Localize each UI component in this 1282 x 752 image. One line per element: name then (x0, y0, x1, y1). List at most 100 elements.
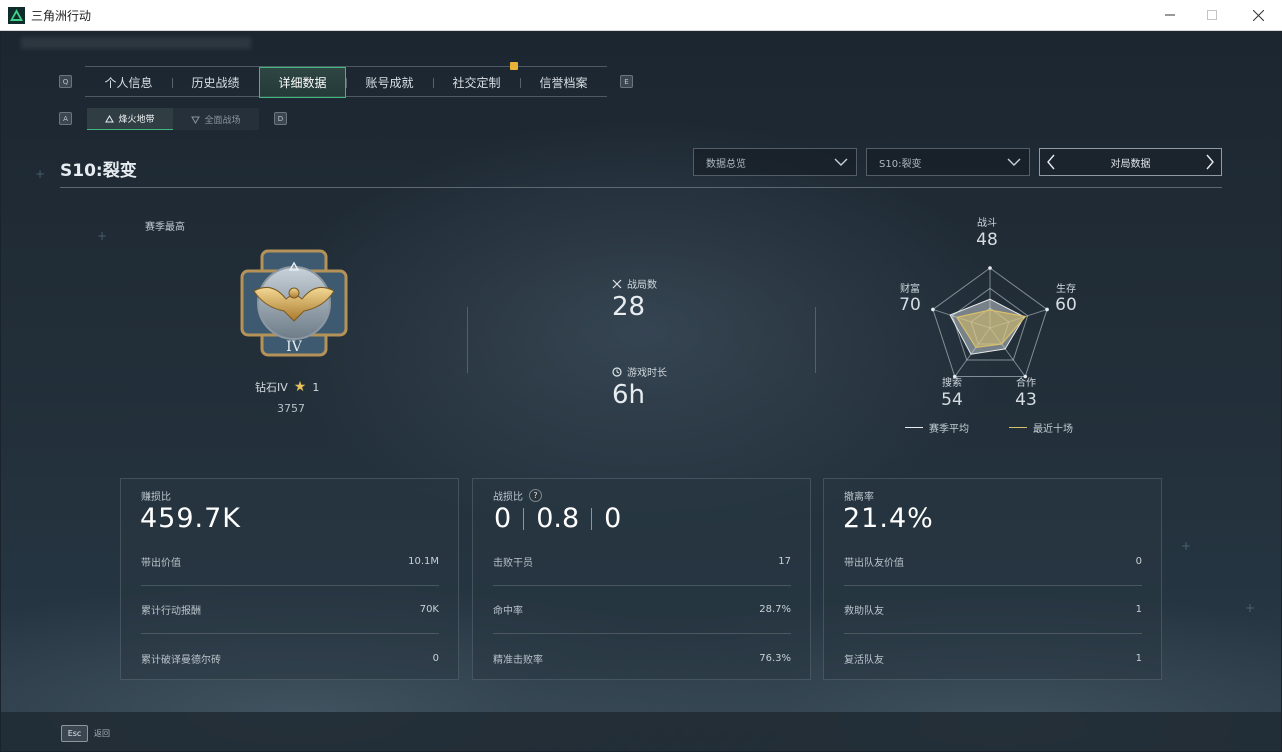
esc-key: Esc (61, 725, 88, 742)
radar-axis-dot (1045, 307, 1049, 312)
playtime-label: 游戏时长 (627, 368, 667, 379)
stat-row: 击败干员 17 (493, 538, 791, 586)
subtab-warfare[interactable]: 全面战场 (173, 108, 259, 130)
grid-marker: + (35, 167, 46, 181)
stat-row: 累计行动报酬 70K (141, 586, 439, 634)
row-label: 带出队友价值 (844, 558, 904, 569)
maximize-button[interactable] (1197, 4, 1227, 26)
background-blur (21, 37, 251, 49)
row-label: 累计破译曼德尔砖 (141, 654, 221, 666)
radar-value-teamwork: 43 (1015, 390, 1037, 410)
grid-marker: + (97, 229, 108, 243)
beacon-icon (105, 115, 115, 123)
dropdown-value: S10:裂变 (879, 158, 922, 170)
row-value: 70K (419, 604, 439, 615)
minimize-button[interactable] (1155, 4, 1185, 26)
row-label: 命中率 (493, 606, 523, 617)
stat-row: 累计破译曼德尔砖 0 (141, 634, 439, 682)
kd-value: 0.8 (536, 503, 580, 534)
row-label: 复活队友 (844, 654, 884, 666)
row-value: 28.7% (759, 604, 791, 615)
extraction-rate-value: 21.4% (843, 503, 934, 534)
data-type-switcher[interactable]: 对局数据 (1039, 148, 1222, 176)
clock-icon (612, 366, 622, 377)
legend-season-average: 赛季平均 (905, 420, 969, 435)
grid-marker: + (1181, 539, 1192, 553)
rank-stars: 1 (312, 380, 320, 394)
tab-next-key[interactable]: E (620, 75, 633, 88)
game-stage: + + + + Q 个人信息 历史战绩 详细数据 账号成就 社交定制 信誉档案 … (1, 31, 1281, 751)
ratio-separator (591, 507, 593, 530)
radar-label-wealth: 财富 (900, 284, 920, 295)
window-title: 三角洲行动 (31, 9, 92, 23)
help-icon[interactable]: ? (529, 489, 542, 502)
section-divider (467, 307, 468, 373)
subtab-label: 烽火地带 (118, 115, 155, 125)
legend-recent-ten: 最近十场 (1009, 420, 1073, 435)
main-tabs: 个人信息 历史战绩 详细数据 账号成就 社交定制 信誉档案 (85, 62, 607, 98)
stat-row: 带出价值 10.1M (141, 538, 439, 586)
tab-detailed-data[interactable]: 详细数据 (259, 67, 346, 98)
stat-row: 精准击败率 76.3% (493, 634, 791, 682)
close-icon (1252, 9, 1264, 21)
radar-value-search: 54 (941, 390, 963, 410)
legend-swatch (905, 427, 923, 428)
radar-label-teamwork: 合作 (1016, 378, 1036, 389)
radar-label-combat: 战斗 (977, 218, 997, 229)
subtab-prev-key[interactable]: A (59, 112, 72, 125)
row-label: 救助队友 (844, 606, 884, 617)
radar-axis-dot (931, 307, 935, 312)
close-button[interactable] (1243, 4, 1273, 26)
notification-badge (510, 62, 518, 70)
radar-value-survival: 60 (1055, 295, 1077, 315)
row-label: 累计行动报酬 (141, 606, 201, 617)
tab-achievements[interactable]: 账号成就 (346, 67, 433, 98)
playtime-stat-label: 游戏时长 (612, 364, 667, 379)
season-title: S10:裂变 (60, 161, 137, 181)
data-mode-dropdown[interactable]: 数据总览 (693, 148, 857, 176)
row-label: 带出价值 (141, 558, 181, 569)
maximize-icon (1207, 10, 1217, 20)
back-label: 返回 (94, 729, 110, 738)
tab-label: 个人信息 (104, 76, 153, 90)
app-logo-icon (8, 7, 25, 24)
rank-tier: 钻石IV ★ 1 (255, 379, 319, 395)
radar-value-wealth: 70 (899, 295, 921, 315)
tab-label: 社交定制 (452, 76, 501, 90)
subtab-operations[interactable]: 烽火地带 (87, 108, 173, 130)
battlefield-icon (191, 116, 201, 124)
season-dropdown[interactable]: S10:裂变 (866, 148, 1030, 176)
kd-value: 0 (604, 503, 622, 534)
tab-match-history[interactable]: 历史战绩 (172, 67, 259, 98)
subtab-next-key[interactable]: D (274, 112, 287, 125)
row-label: 击败干员 (493, 558, 533, 569)
legend-label: 最近十场 (1033, 424, 1073, 435)
chevron-right-icon[interactable] (1205, 154, 1215, 170)
tab-prev-key[interactable]: Q (59, 75, 72, 88)
tab-label: 账号成就 (365, 76, 414, 90)
tab-personal-info[interactable]: 个人信息 (85, 67, 172, 98)
card-label-text: 战损比 (493, 492, 523, 503)
rank-tier-label: 钻石IV (255, 381, 288, 394)
radar-label-search: 搜索 (942, 378, 962, 389)
back-button[interactable]: Esc 返回 (61, 725, 110, 742)
row-value: 17 (778, 556, 791, 567)
games-count: 28 (612, 292, 646, 322)
radar-value-combat: 48 (976, 230, 998, 250)
mode-tabs: 烽火地带 全面战场 (87, 108, 259, 130)
tab-reputation[interactable]: 信誉档案 (520, 67, 607, 98)
minimize-icon (1165, 14, 1175, 16)
games-label: 战局数 (627, 280, 657, 291)
tab-social-custom[interactable]: 社交定制 (433, 62, 520, 98)
diamond-rank-medal-icon: IV (240, 249, 348, 357)
ratio-separator (523, 507, 525, 530)
bottom-bar (1, 712, 1281, 751)
star-icon: ★ (293, 379, 307, 395)
row-value: 0 (1135, 556, 1142, 567)
row-label: 精准击败率 (493, 654, 543, 666)
row-value: 0 (432, 652, 439, 664)
chevron-left-icon[interactable] (1046, 154, 1056, 170)
grid-marker: + (1245, 601, 1256, 615)
card-label: 战损比 ? (493, 488, 542, 503)
kd-ratio: 0 0.8 0 (494, 503, 621, 534)
